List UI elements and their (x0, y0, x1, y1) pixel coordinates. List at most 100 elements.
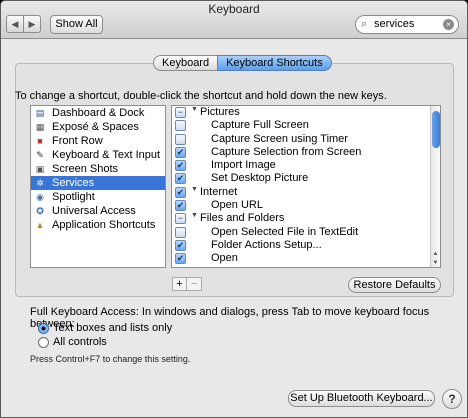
category-item[interactable]: ✪ Universal Access (31, 204, 165, 218)
checkbox-checked[interactable]: ✔ (175, 146, 186, 158)
add-shortcut-button[interactable]: + (173, 278, 187, 290)
restore-defaults-button[interactable]: Restore Defaults (348, 277, 441, 293)
shortcut-row[interactable]: Capture Full Screen (172, 119, 440, 132)
vertical-scrollbar[interactable]: ▲ ▼ (430, 106, 440, 267)
shortcut-label: Open (211, 252, 238, 265)
shortcut-label: Files and Folders (200, 212, 285, 225)
shortcut-row[interactable]: ✔ Folder Actions Setup... (172, 239, 440, 252)
help-button[interactable]: ? (442, 389, 462, 409)
checkbox-checked[interactable]: ✔ (175, 239, 186, 251)
front-row-icon: ■ (37, 135, 43, 146)
shortcut-list[interactable]: − ▼ Pictures Capture Full Screen Capture Scr… (171, 105, 441, 268)
category-item[interactable]: ✎ Keyboard & Text Input (31, 148, 165, 162)
category-label: Spotlight (52, 191, 95, 203)
window-title: Keyboard (208, 2, 260, 16)
shortcut-label: Import Image (211, 159, 276, 172)
shortcut-row[interactable]: ✔ Import Image (172, 159, 440, 172)
spotlight-icon: ◉ (36, 191, 44, 202)
chevron-left-icon: ◀ (11, 18, 19, 29)
category-item[interactable]: ▣ Screen Shots (31, 162, 165, 176)
gear-icon: ✲ (36, 177, 44, 188)
category-label: Dashboard & Dock (52, 107, 145, 119)
category-label: Services (52, 177, 95, 189)
checkbox-checked[interactable]: ✔ (175, 160, 186, 172)
category-item[interactable]: ▤ Dashboard & Dock (31, 106, 165, 120)
category-label: Front Row (52, 135, 103, 147)
checkbox-mixed[interactable]: − (175, 107, 186, 118)
back-button[interactable]: ◀ (6, 15, 24, 33)
radio-all-controls[interactable]: All controls (38, 336, 107, 348)
shortcut-row[interactable]: ✔ Capture Selection from Screen (172, 146, 440, 159)
shortcut-label: Folder Actions Setup... (211, 238, 322, 251)
shortcut-label: Capture Full Screen (211, 119, 309, 132)
shortcut-group-row[interactable]: − ▼ Pictures (172, 106, 440, 119)
scroll-up-arrow-icon[interactable]: ▲ (431, 251, 440, 257)
checkbox-checked[interactable]: ✔ (175, 186, 186, 198)
category-label: Application Shortcuts (52, 219, 156, 231)
tab-keyboard[interactable]: Keyboard (153, 55, 218, 71)
shortcut-label: Capture Screen using Timer (211, 132, 348, 145)
search-icon: ⌕ (361, 18, 368, 30)
clear-search-icon[interactable]: × (443, 19, 454, 30)
shortcut-label: Capture Selection from Screen (211, 145, 362, 158)
shortcut-label: Open URL (211, 199, 263, 212)
shortcut-label: Pictures (200, 106, 240, 118)
radio-button[interactable] (38, 336, 49, 348)
checkbox-checked[interactable]: ✔ (175, 253, 186, 265)
shortcut-group-row[interactable]: − ▼ Files and Folders (172, 212, 440, 225)
category-label: Screen Shots (52, 163, 119, 175)
forward-button[interactable]: ▶ (23, 15, 41, 33)
scrollbar-thumb[interactable] (432, 111, 440, 148)
disclosure-triangle-icon[interactable]: ▼ (191, 212, 198, 219)
category-item[interactable]: ✲ Services (31, 176, 165, 190)
shortcut-row[interactable]: Open Selected File in TextEdit (172, 226, 440, 239)
show-all-button[interactable]: Show All (50, 15, 103, 34)
control-f7-note: Press Control+F7 to change this setting. (30, 354, 191, 364)
keyboard-window: Keyboard ◀ ▶ Show All ⌕ services × Keybo… (0, 0, 468, 418)
add-remove-control: + − (172, 277, 202, 291)
pen-icon: ✎ (36, 149, 44, 160)
disclosure-triangle-icon[interactable]: ▼ (191, 186, 198, 193)
radio-button-selected[interactable] (38, 322, 49, 334)
search-input[interactable]: services (374, 18, 414, 30)
shortcut-row[interactable]: ✔ Open URL (172, 199, 440, 212)
shortcut-row[interactable]: Capture Screen using Timer (172, 133, 440, 146)
category-label: Exposé & Spaces (52, 121, 139, 133)
shortcut-label: Set Desktop Picture (211, 172, 309, 185)
shortcut-label: Open Selected File in TextEdit (211, 225, 359, 238)
checkbox-unchecked[interactable] (175, 120, 186, 132)
disclosure-triangle-icon[interactable]: ▼ (191, 106, 198, 113)
shortcut-label: Internet (200, 185, 238, 198)
category-list[interactable]: ▤ Dashboard & Dock ▦ Exposé & Spaces ■ Front … (30, 105, 166, 268)
shortcut-group-row[interactable]: ✔ ▼ Internet (172, 186, 440, 199)
shortcut-rows: − ▼ Pictures Capture Full Screen Capture Scr… (172, 106, 440, 266)
instructions-text: To change a shortcut, double-click the s… (15, 90, 387, 102)
radio-label: All controls (53, 336, 107, 348)
category-item[interactable]: ▲ Application Shortcuts (31, 218, 165, 232)
category-label: Keyboard & Text Input (52, 149, 161, 161)
dashboard-icon: ▤ (35, 107, 45, 118)
expose-icon: ▦ (35, 121, 45, 132)
shortcut-row[interactable]: ✔ Open (172, 252, 440, 265)
search-field[interactable]: ⌕ services × (355, 15, 459, 34)
checkbox-mixed[interactable]: − (175, 213, 186, 225)
remove-shortcut-button[interactable]: − (187, 278, 201, 290)
checkbox-checked[interactable]: ✔ (175, 173, 186, 185)
radio-label: Text boxes and lists only (53, 322, 173, 334)
universal-access-icon: ✪ (36, 205, 44, 216)
shortcut-row[interactable]: ✔ Set Desktop Picture (172, 172, 440, 185)
chevron-right-icon: ▶ (28, 18, 36, 29)
tab-keyboard-shortcuts[interactable]: Keyboard Shortcuts (217, 55, 332, 71)
checkbox-checked[interactable]: ✔ (175, 200, 186, 212)
category-label: Universal Access (52, 205, 136, 217)
category-item[interactable]: ◉ Spotlight (31, 190, 165, 204)
category-item[interactable]: ■ Front Row (31, 134, 165, 148)
title-bar: Keyboard ◀ ▶ Show All ⌕ services × (1, 1, 467, 39)
radio-text-boxes-lists[interactable]: Text boxes and lists only (38, 322, 172, 334)
bluetooth-keyboard-button[interactable]: Set Up Bluetooth Keyboard... (288, 390, 435, 407)
scroll-down-arrow-icon[interactable]: ▼ (431, 260, 440, 266)
checkbox-unchecked[interactable] (175, 226, 186, 238)
tab-bar: Keyboard Keyboard Shortcuts (153, 55, 332, 71)
category-item[interactable]: ▦ Exposé & Spaces (31, 120, 165, 134)
checkbox-unchecked[interactable] (175, 133, 186, 145)
